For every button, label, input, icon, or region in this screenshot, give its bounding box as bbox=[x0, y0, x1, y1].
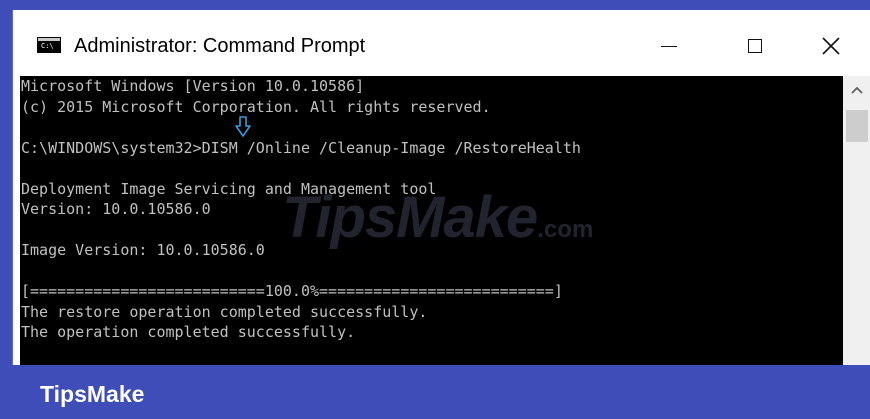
console-progress-line: [==========================100.0%=======… bbox=[21, 282, 563, 300]
vertical-scrollbar[interactable] bbox=[843, 76, 870, 365]
minimize-button[interactable] bbox=[649, 30, 689, 62]
console-line: Image Version: 10.0.10586.0 bbox=[21, 241, 265, 259]
console-line: (c) 2015 Microsoft Corporation. All righ… bbox=[21, 97, 491, 116]
scroll-thumb[interactable] bbox=[846, 110, 868, 142]
window-title: Administrator: Command Prompt bbox=[74, 35, 366, 57]
close-icon bbox=[822, 37, 840, 55]
maximize-button[interactable] bbox=[735, 30, 775, 62]
console-line: Deployment Image Servicing and Managemen… bbox=[21, 179, 437, 198]
console-line: The restore operation completed successf… bbox=[21, 302, 428, 321]
cmd-icon-label: C:\ bbox=[41, 42, 54, 50]
cmd-icon[interactable]: C:\ bbox=[37, 37, 61, 53]
down-arrow-icon bbox=[235, 116, 251, 137]
console-line: Version: 10.0.10586.0 bbox=[21, 200, 211, 218]
brand-logo: TipsMake bbox=[40, 381, 145, 407]
console-output: Microsoft Windows [Version 10.0.10586] (… bbox=[21, 76, 581, 343]
chevron-up-icon bbox=[851, 86, 863, 94]
console-line: Microsoft Windows [Version 10.0.10586] bbox=[21, 77, 365, 95]
scroll-up-button[interactable] bbox=[843, 76, 870, 104]
maximize-icon bbox=[748, 39, 762, 53]
footer-banner: TipsMake bbox=[0, 365, 870, 419]
command-prompt-window: C:\ Administrator: Command Prompt Micros… bbox=[12, 10, 870, 365]
close-button[interactable] bbox=[811, 30, 851, 62]
console-command-line: C:\WINDOWS\system32>DISM /Online /Cleanu… bbox=[21, 138, 581, 157]
title-bar[interactable]: C:\ Administrator: Command Prompt bbox=[13, 10, 870, 76]
console-line: The operation completed successfully. bbox=[21, 323, 356, 341]
minimize-icon bbox=[661, 45, 677, 47]
console-area[interactable]: Microsoft Windows [Version 10.0.10586] (… bbox=[20, 76, 843, 365]
